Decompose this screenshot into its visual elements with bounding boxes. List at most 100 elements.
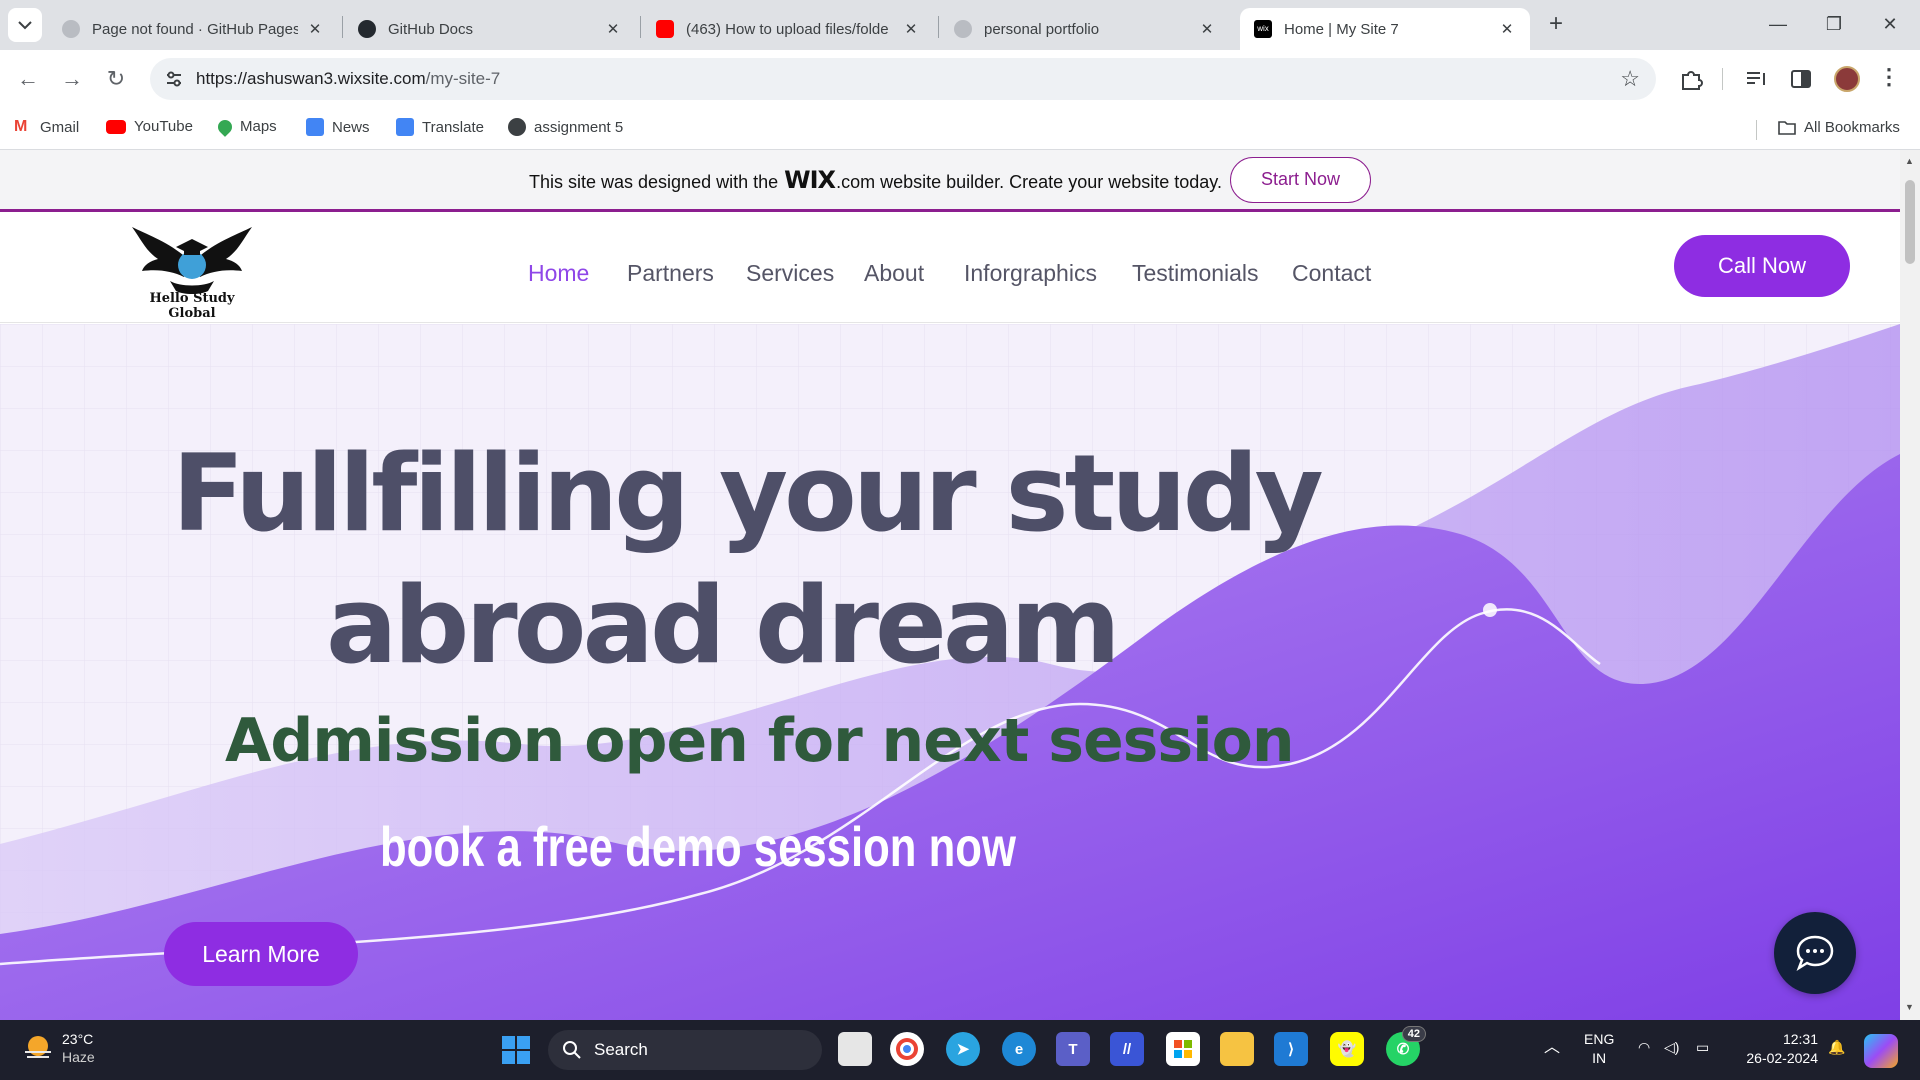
- tab-my-site-7[interactable]: wix Home | My Site 7 ✕: [1240, 8, 1530, 50]
- tab-github-pages[interactable]: Page not found · GitHub Pages ✕: [48, 8, 338, 50]
- nav-contact[interactable]: Contact: [1292, 260, 1371, 287]
- web-page-viewport: This site was designed with the WIX.com …: [0, 150, 1900, 1020]
- bookmark-label: Maps: [240, 118, 277, 135]
- tab-youtube[interactable]: (463) How to upload files/folde ✕: [642, 8, 934, 50]
- snapchat-icon[interactable]: 👻: [1330, 1032, 1364, 1066]
- bookmark-news[interactable]: News: [306, 118, 370, 136]
- taskbar-search[interactable]: Search: [548, 1030, 822, 1070]
- tab-title: GitHub Docs: [388, 20, 474, 38]
- side-panel-icon[interactable]: [1788, 66, 1814, 92]
- forward-button[interactable]: →: [56, 63, 88, 95]
- copilot-icon[interactable]: [1864, 1034, 1898, 1068]
- bookmark-label: Gmail: [40, 118, 80, 136]
- profile-avatar[interactable]: [1834, 66, 1860, 92]
- scrollbar-thumb[interactable]: [1905, 180, 1915, 264]
- search-icon: [563, 1041, 581, 1059]
- page-scrollbar[interactable]: ▲ ▼: [1900, 150, 1920, 1020]
- bookmark-label: Translate: [422, 118, 484, 136]
- media-control-icon[interactable]: [1744, 66, 1770, 92]
- windows-start-icon[interactable]: [502, 1036, 530, 1064]
- globe-icon: [954, 20, 972, 38]
- tab-divider: [938, 16, 939, 38]
- new-tab-button[interactable]: +: [1542, 10, 1570, 38]
- hero-headline-line1: Fullfilling your study: [172, 432, 1324, 555]
- whatsapp-icon[interactable]: ✆ 42: [1386, 1026, 1426, 1066]
- site-info-icon[interactable]: [164, 69, 184, 89]
- youtube-icon: [656, 20, 674, 38]
- notification-bell-icon[interactable]: 🔔: [1828, 1038, 1845, 1057]
- language-indicator[interactable]: ENG IN: [1584, 1030, 1614, 1068]
- tab-title: Page not found · GitHub Pages: [92, 20, 298, 38]
- tab-github-docs[interactable]: GitHub Docs ✕: [344, 8, 636, 50]
- weather-widget[interactable]: 23°C Haze: [22, 1030, 95, 1066]
- bookmark-assignment-5[interactable]: assignment 5: [508, 118, 623, 136]
- gmail-icon: M: [14, 118, 28, 135]
- folder-icon: [1778, 121, 1796, 135]
- nav-testimonials[interactable]: Testimonials: [1132, 260, 1259, 287]
- browser-tab-strip: Page not found · GitHub Pages ✕ GitHub D…: [0, 0, 1920, 50]
- close-window-button[interactable]: ✕: [1868, 8, 1912, 40]
- battery-icon[interactable]: ▭: [1696, 1038, 1709, 1057]
- bookmarks-divider: [1756, 120, 1757, 140]
- browser-menu-icon[interactable]: ⋮: [1878, 64, 1900, 90]
- task-view-icon[interactable]: [838, 1032, 872, 1066]
- wifi-icon[interactable]: ◠: [1638, 1038, 1650, 1057]
- chrome-taskbar-icon[interactable]: [890, 1032, 924, 1066]
- close-tab-icon[interactable]: ✕: [306, 20, 324, 38]
- wix-logo: WIX: [784, 165, 836, 194]
- tab-search-button[interactable]: [8, 8, 42, 42]
- extensions-icon[interactable]: [1678, 66, 1704, 92]
- clock-date: 26-02-2024: [1746, 1050, 1818, 1066]
- scroll-down-arrow[interactable]: ▼: [1905, 1002, 1914, 1012]
- vscode-icon[interactable]: ⟩: [1274, 1032, 1308, 1066]
- microsoft-store-icon[interactable]: [1166, 1032, 1200, 1066]
- learn-more-button[interactable]: Learn More: [164, 922, 358, 986]
- bookmark-star-icon[interactable]: ☆: [1620, 66, 1640, 92]
- windows-taskbar: 23°C Haze Search ➤ e T // ⟩ 👻 ✆ 42 ︿ ENG…: [0, 1020, 1920, 1080]
- chevron-down-icon: [18, 21, 32, 30]
- nav-about[interactable]: About: [864, 260, 924, 287]
- bookmark-gmail[interactable]: M Gmail: [14, 118, 79, 136]
- reload-button[interactable]: ↻: [100, 63, 132, 95]
- browser-toolbar: ← → ↻ https://ashuswan3.wixsite.com/my-s…: [0, 50, 1920, 108]
- nav-partners[interactable]: Partners: [627, 260, 714, 287]
- wix-favicon-icon: wix: [1254, 20, 1272, 38]
- bookmark-youtube[interactable]: YouTube: [106, 118, 193, 135]
- back-button[interactable]: ←: [12, 63, 44, 95]
- globe-icon: [508, 118, 526, 136]
- wix-ad-banner: This site was designed with the WIX.com …: [0, 150, 1900, 212]
- tab-personal-portfolio[interactable]: personal portfolio ✕: [940, 8, 1230, 50]
- scroll-up-arrow[interactable]: ▲: [1905, 156, 1914, 166]
- show-hidden-icons-chevron[interactable]: ︿: [1544, 1038, 1560, 1057]
- close-tab-icon[interactable]: ✕: [1498, 20, 1516, 38]
- chat-button[interactable]: [1774, 912, 1856, 994]
- address-bar[interactable]: https://ashuswan3.wixsite.com/my-site-7 …: [150, 58, 1656, 100]
- file-explorer-icon[interactable]: [1220, 1032, 1254, 1066]
- chat-bubble-icon: [1796, 935, 1834, 972]
- nav-home[interactable]: Home: [528, 260, 589, 287]
- tab-divider: [640, 16, 641, 38]
- start-now-button[interactable]: Start Now: [1229, 156, 1371, 203]
- nav-services[interactable]: Services: [746, 260, 834, 287]
- teams-icon[interactable]: T: [1056, 1032, 1090, 1066]
- bookmark-label: assignment 5: [534, 118, 624, 136]
- clock[interactable]: 12:31 26-02-2024: [1736, 1030, 1818, 1068]
- code-editor-icon[interactable]: //: [1110, 1032, 1144, 1066]
- close-tab-icon[interactable]: ✕: [1198, 20, 1216, 38]
- restore-window-button[interactable]: ❐: [1812, 8, 1856, 40]
- url-text[interactable]: https://ashuswan3.wixsite.com/my-site-7: [196, 69, 500, 89]
- nav-inforgraphics[interactable]: Inforgraphics: [964, 260, 1097, 287]
- close-tab-icon[interactable]: ✕: [902, 20, 920, 38]
- close-tab-icon[interactable]: ✕: [604, 20, 622, 38]
- minimize-window-button[interactable]: —: [1756, 8, 1800, 40]
- hero-demo-text: book a free demo session now: [380, 815, 1016, 878]
- telegram-icon[interactable]: ➤: [946, 1032, 980, 1066]
- call-now-button[interactable]: Call Now: [1674, 235, 1850, 297]
- bookmark-maps[interactable]: Maps: [215, 116, 277, 137]
- all-bookmarks-button[interactable]: All Bookmarks: [1778, 118, 1900, 136]
- bookmark-label: YouTube: [134, 118, 193, 135]
- edge-icon[interactable]: e: [1002, 1032, 1036, 1066]
- bookmarks-bar: M Gmail YouTube Maps News Translate assi…: [0, 108, 1920, 150]
- volume-icon[interactable]: ◁): [1664, 1038, 1679, 1057]
- bookmark-translate[interactable]: Translate: [396, 118, 484, 136]
